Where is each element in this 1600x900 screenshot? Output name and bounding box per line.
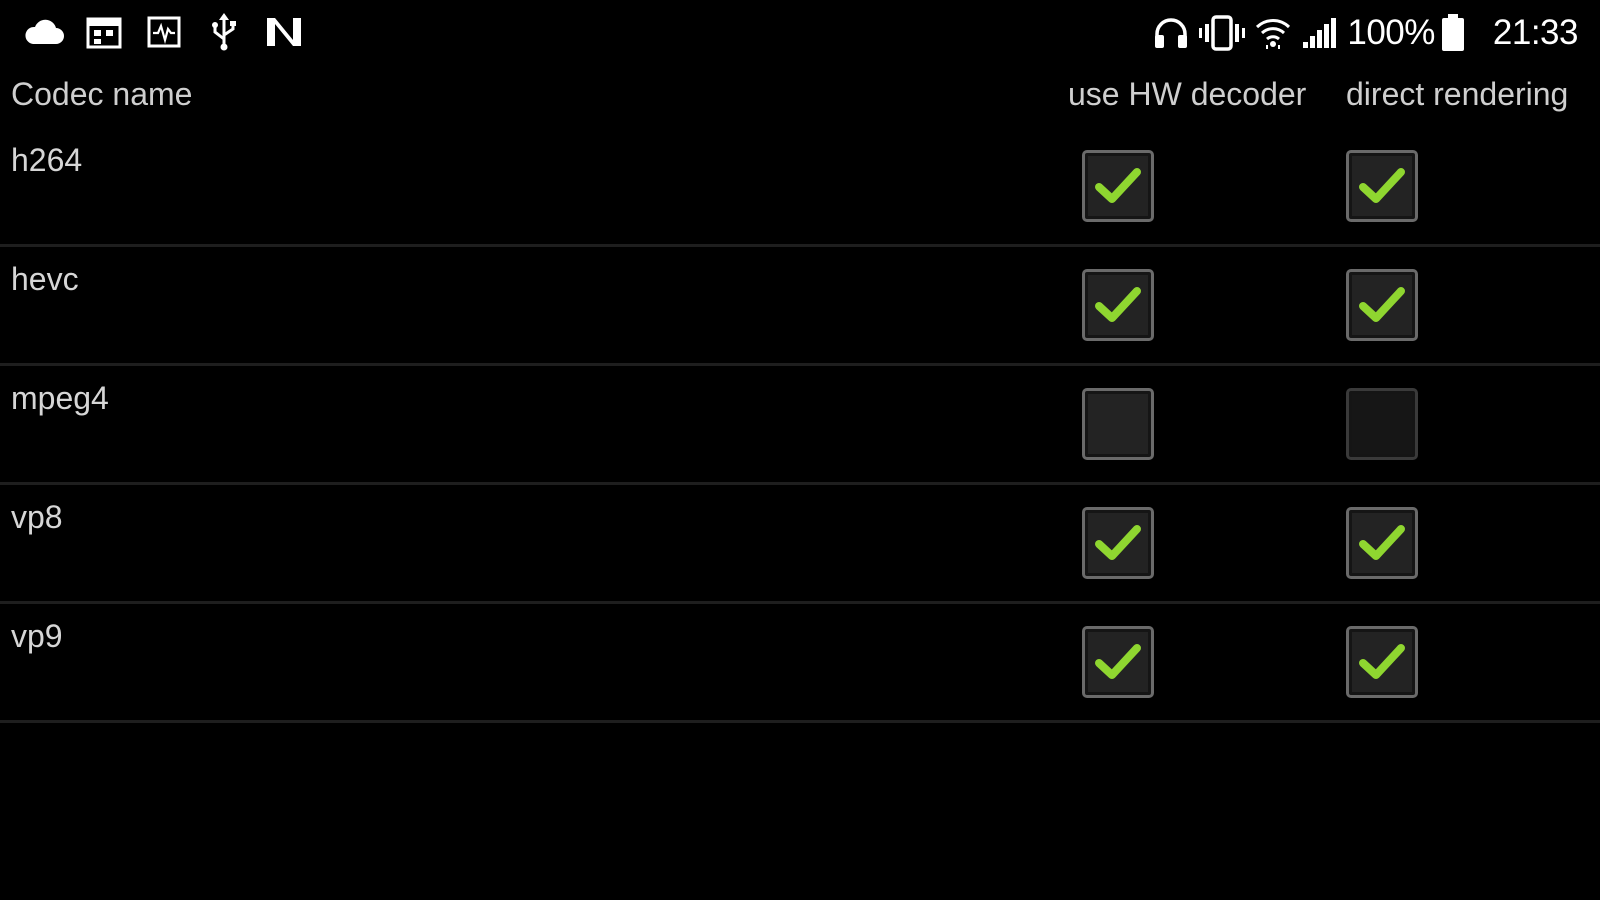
battery-icon [1441,14,1465,52]
hw-decoder-checkbox[interactable] [1082,388,1154,460]
column-header-codec-name: Codec name [11,76,193,112]
column-header-direct-rendering: direct rendering [1346,76,1569,112]
wifi-icon [1255,16,1291,50]
hw-decoder-checkbox[interactable] [1082,507,1154,579]
checkmark-icon [1359,644,1405,679]
cloud-icon [22,12,66,52]
column-header-hw-decoder: use HW decoder [1068,76,1307,112]
table-row: vp8 [0,485,1600,604]
table-row: hevc [0,247,1600,366]
status-bar-left [22,12,322,52]
checkmark-icon [1359,525,1405,560]
codec-name: vp9 [11,618,63,654]
headphones-icon [1153,16,1189,50]
direct-rendering-checkbox[interactable] [1346,150,1418,222]
table-row: mpeg4 [0,366,1600,485]
codec-name: mpeg4 [11,380,109,416]
checkmark-icon [1095,287,1141,322]
codec-name: hevc [11,261,79,297]
table-row: vp9 [0,604,1600,723]
codec-list: h264 hevc mpeg4 vp8 vp9 [0,128,1600,723]
calendar-icon [82,12,126,52]
vibrate-icon [1199,15,1246,51]
cell-signal-icon [1301,16,1337,50]
codec-name: vp8 [11,499,63,535]
hw-decoder-checkbox[interactable] [1082,626,1154,698]
status-bar-right: 100% 21:33 [1153,10,1579,56]
n-logo-icon [262,12,306,52]
checkmark-icon [1095,525,1141,560]
hw-decoder-checkbox[interactable] [1082,269,1154,341]
battery-percent: 100% [1347,13,1435,52]
direct-rendering-checkbox[interactable] [1346,388,1418,460]
pulse-chart-icon [142,12,186,52]
direct-rendering-checkbox[interactable] [1346,269,1418,341]
table-row: h264 [0,128,1600,247]
hw-decoder-checkbox[interactable] [1082,150,1154,222]
usb-icon [202,12,246,52]
checkmark-icon [1359,168,1405,203]
direct-rendering-checkbox[interactable] [1346,507,1418,579]
checkmark-icon [1359,287,1405,322]
direct-rendering-checkbox[interactable] [1346,626,1418,698]
codec-name: h264 [11,142,83,178]
clock: 21:33 [1492,13,1579,52]
screen: 100% 21:33 Codec name use HW decoder dir… [0,0,1600,900]
status-bar: 100% 21:33 [0,0,1600,66]
table-header: Codec name use HW decoder direct renderi… [0,72,1600,122]
checkmark-icon [1095,168,1141,203]
checkmark-icon [1095,644,1141,679]
